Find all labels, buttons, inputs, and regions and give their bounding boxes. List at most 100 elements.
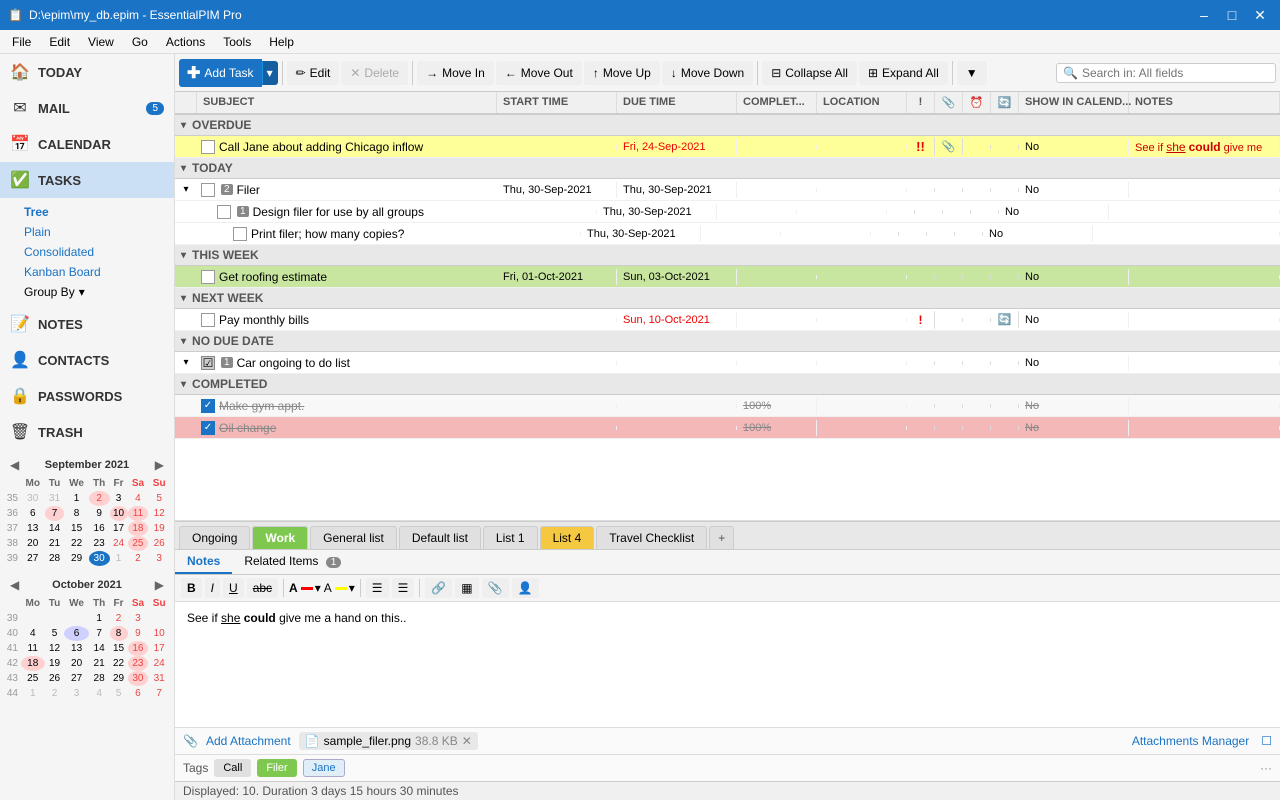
oct-d17[interactable]: 17 [148, 641, 170, 656]
menu-go[interactable]: Go [124, 33, 156, 51]
col-priority-header[interactable]: ! [907, 92, 935, 113]
oct-d6[interactable]: 6 [64, 626, 88, 641]
subnav-plain[interactable]: Plain [0, 222, 174, 242]
col-notes-header[interactable]: NOTES [1129, 92, 1280, 113]
oct-d31[interactable]: 31 [148, 671, 170, 686]
sep-d20[interactable]: 20 [21, 536, 45, 551]
sep-d22[interactable]: 22 [64, 536, 88, 551]
oct-d25[interactable]: 25 [21, 671, 45, 686]
oct-d21[interactable]: 21 [89, 656, 110, 671]
link-button[interactable]: 🔗 [425, 578, 452, 598]
table-row[interactable]: ▾ 2 Filer Thu, 30-Sep-2021 Thu, 30-Sep-2… [175, 179, 1280, 201]
tab-related-items[interactable]: Related Items 1 [232, 550, 353, 574]
list-tab-work[interactable]: Work [252, 526, 308, 549]
edit-button[interactable]: ✏ Edit [287, 61, 340, 85]
row-expand[interactable]: ▾ [175, 184, 197, 195]
oct-d2-sa[interactable]: 2 [110, 611, 128, 626]
nav-calendar[interactable]: 📅 CALENDAR [0, 126, 174, 162]
sep-d15[interactable]: 15 [64, 521, 88, 536]
sep-d3[interactable]: 3 [110, 491, 128, 506]
task-checkbox[interactable]: ☑ [201, 356, 215, 370]
row-expand[interactable]: ▾ [175, 357, 197, 368]
task-checkbox[interactable] [201, 313, 215, 327]
move-down-button[interactable]: ↓ Move Down [662, 61, 753, 85]
nov-d2[interactable]: 2 [45, 686, 65, 701]
oct-d9[interactable]: 9 [128, 626, 149, 641]
prev-month-sep[interactable]: ◀ [8, 456, 21, 474]
group-next-week[interactable]: ▾ NEXT WEEK [175, 288, 1280, 309]
oct-d1[interactable]: 1 [89, 611, 110, 626]
list-tab-default[interactable]: Default list [399, 526, 481, 549]
search-input[interactable] [1082, 66, 1262, 80]
group-today[interactable]: ▾ TODAY [175, 158, 1280, 179]
add-task-button[interactable]: ✚ Add Task [179, 59, 262, 87]
sep-d10[interactable]: 10 [110, 506, 128, 521]
oct-d3-su[interactable]: 3 [128, 611, 149, 626]
sep-d7[interactable]: 7 [45, 506, 65, 521]
next-month-sep[interactable]: ▶ [153, 456, 166, 474]
list-tab-travel[interactable]: Travel Checklist [596, 526, 707, 549]
sep-d28[interactable]: 28 [45, 551, 65, 566]
col-complete-header[interactable]: COMPLET... [737, 92, 817, 113]
oct-d11[interactable]: 11 [21, 641, 45, 656]
underline-button[interactable]: U [223, 578, 244, 598]
num-list-button[interactable]: ☰ [392, 578, 415, 598]
nov-d4[interactable]: 4 [89, 686, 110, 701]
tag-more-button[interactable]: ··· [1260, 761, 1272, 775]
nav-mail[interactable]: ✉ MAIL 5 [0, 90, 174, 126]
table-row[interactable]: Get roofing estimate Fri, 01-Oct-2021 Su… [175, 266, 1280, 288]
oct-d19[interactable]: 19 [45, 656, 65, 671]
prev-month-oct[interactable]: ◀ [8, 576, 21, 594]
task-checkbox[interactable] [201, 183, 215, 197]
group-completed[interactable]: ▾ COMPLETED [175, 374, 1280, 395]
menu-view[interactable]: View [80, 33, 122, 51]
sep-d29[interactable]: 29 [64, 551, 88, 566]
col-location-header[interactable]: LOCATION [817, 92, 907, 113]
task-checkbox[interactable] [201, 140, 215, 154]
task-checkbox[interactable]: ✓ [201, 399, 215, 413]
oct-d2-prev[interactable]: 2 [128, 551, 149, 566]
oct-d13[interactable]: 13 [64, 641, 88, 656]
oct-d14[interactable]: 14 [89, 641, 110, 656]
oct-d27[interactable]: 27 [64, 671, 88, 686]
nav-today[interactable]: 🏠 TODAY [0, 54, 174, 90]
sep-d30-prev[interactable]: 30 [21, 491, 45, 506]
close-button[interactable]: ✕ [1248, 3, 1272, 27]
table-row[interactable]: Print filer; how many copies? Thu, 30-Se… [175, 223, 1280, 245]
oct-d8[interactable]: 8 [110, 626, 128, 641]
add-task-dropdown[interactable]: ▾ [262, 61, 278, 85]
sep-d2[interactable]: 2 [89, 491, 110, 506]
oct-d26[interactable]: 26 [45, 671, 65, 686]
next-month-oct[interactable]: ▶ [153, 576, 166, 594]
sep-d18[interactable]: 18 [128, 521, 149, 536]
oct-d28[interactable]: 28 [89, 671, 110, 686]
list-tab-list1[interactable]: List 1 [483, 526, 538, 549]
expand-all-button[interactable]: ⊞ Expand All [859, 61, 948, 85]
task-checkbox[interactable]: ✓ [201, 421, 215, 435]
table-row[interactable]: Pay monthly bills Sun, 10-Oct-2021 ! 🔄 N… [175, 309, 1280, 331]
sep-d14[interactable]: 14 [45, 521, 65, 536]
col-alarm-header[interactable]: ⏰ [963, 92, 991, 113]
oct-d5[interactable]: 5 [45, 626, 65, 641]
sep-d6[interactable]: 6 [21, 506, 45, 521]
highlight-dropdown[interactable]: ▾ [349, 581, 355, 595]
move-up-button[interactable]: ↑ Move Up [584, 61, 660, 85]
add-attachment-link[interactable]: Add Attachment [206, 734, 291, 748]
strikethrough-button[interactable]: abc [247, 578, 278, 598]
oct-d3-prev[interactable]: 3 [148, 551, 170, 566]
delete-button[interactable]: ✕ Delete [341, 61, 408, 85]
subnav-kanban[interactable]: Kanban Board [0, 262, 174, 282]
menu-tools[interactable]: Tools [215, 33, 259, 51]
sep-d11[interactable]: 11 [128, 506, 149, 521]
person-button[interactable]: 👤 [512, 578, 539, 598]
sep-d5[interactable]: 5 [148, 491, 170, 506]
nov-d6[interactable]: 6 [128, 686, 149, 701]
nov-d3[interactable]: 3 [64, 686, 88, 701]
col-start-header[interactable]: START TIME [497, 92, 617, 113]
oct-d7[interactable]: 7 [89, 626, 110, 641]
col-showcal-header[interactable]: SHOW IN CALEND... [1019, 92, 1129, 113]
task-checkbox[interactable] [233, 227, 247, 241]
subnav-consolidated[interactable]: Consolidated [0, 242, 174, 262]
table-row[interactable]: Call Jane about adding Chicago inflow Fr… [175, 136, 1280, 158]
list-tab-ongoing[interactable]: Ongoing [179, 526, 250, 549]
